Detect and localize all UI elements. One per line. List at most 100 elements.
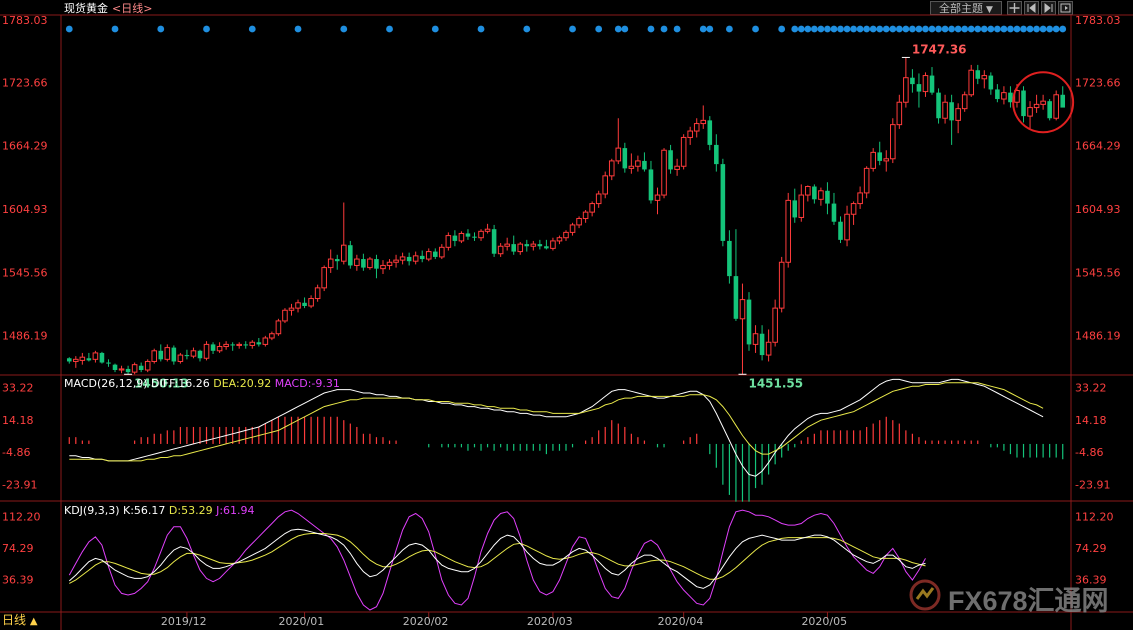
macd-ytick-left: -23.91 [2, 479, 37, 492]
macd-series [68, 378, 1064, 502]
candle-body-up [314, 287, 321, 300]
candle-body-up [883, 158, 890, 162]
candle-body-up [288, 307, 295, 311]
candle-body-up [269, 333, 275, 339]
candle-body-down [975, 70, 981, 79]
candle-body-down [361, 259, 366, 268]
event-dot [843, 25, 851, 33]
kdj-j-value: J:61.94 [216, 504, 255, 517]
event-dot [804, 25, 812, 33]
candle-body-up [1027, 107, 1033, 117]
main-ytick-right: 1783.03 [1075, 14, 1121, 27]
event-dot [869, 25, 877, 33]
candle-body-up [550, 240, 556, 249]
event-dot [863, 25, 871, 33]
candle-body-down [106, 362, 111, 364]
candle-body-up [628, 165, 635, 169]
candle-body-up [399, 256, 406, 261]
event-dot [725, 25, 733, 33]
candle-body-up [942, 101, 948, 119]
candle-body-down [138, 365, 144, 370]
event-dot [889, 25, 897, 33]
candle-body-down [406, 256, 412, 262]
kdj-k-line [68, 528, 926, 589]
macd-ytick-right: 14.18 [1075, 414, 1107, 427]
candle-body-down [472, 236, 477, 238]
candle-body-up [92, 352, 99, 360]
event-dot [948, 25, 956, 33]
macd-diff-value: DIFF:16.26 [151, 377, 210, 390]
event-dot [752, 25, 759, 33]
candle-body-down [99, 352, 105, 363]
candle-body-down [792, 200, 798, 218]
candle-body-down [171, 347, 177, 362]
chart-canvas[interactable]: 1747.361450.13 1451.55 1783.03 1783.031723… [0, 0, 1133, 630]
event-dot [647, 25, 655, 33]
event-dot [1000, 25, 1008, 33]
candle-body-up [850, 203, 857, 215]
candle-body-up [595, 193, 602, 205]
candle-body-down [622, 148, 628, 169]
candle-body-up [380, 264, 386, 270]
event-dot [980, 25, 988, 33]
candle-body-up [458, 232, 465, 242]
candle-body-up [687, 130, 693, 138]
candle-body-up [517, 243, 524, 253]
candle-body-down [210, 344, 216, 351]
main-ytick-right: 1723.66 [1075, 76, 1121, 89]
macd-diff-line [69, 378, 1044, 477]
candle-body-up [308, 298, 314, 307]
candle-body-up [190, 350, 197, 357]
event-dot [1052, 25, 1060, 33]
candle-body-up [798, 194, 805, 218]
candle-body-up [203, 343, 210, 359]
candle-body-up [1033, 103, 1040, 109]
candle-body-up [236, 343, 242, 346]
candle-body-down [243, 344, 249, 346]
macd-value: MACD:-9.31 [274, 377, 340, 390]
candle-body-up [354, 258, 360, 266]
candle-body-up [615, 147, 622, 162]
candle-body-up [844, 213, 850, 241]
candle-body-up [445, 235, 452, 248]
event-dot [1059, 25, 1067, 33]
candle-body-up [295, 302, 301, 309]
macd-ytick-right: -4.86 [1075, 446, 1103, 459]
kdj-title: KDJ(9,3,3) K:56.17 D:53.29 J:61.94 [64, 505, 255, 517]
event-dot [614, 25, 622, 33]
candle-body-up [922, 75, 929, 93]
event-dot [673, 25, 681, 33]
candle-body-up [223, 343, 229, 348]
candle-body-up [151, 350, 158, 362]
event-dots[interactable] [65, 25, 1067, 33]
event-dot [954, 25, 962, 33]
candle-body-up [412, 255, 419, 262]
main-ytick-left: 1486.19 [2, 330, 48, 343]
event-dot [817, 25, 825, 33]
candle-body-up [282, 309, 288, 322]
candle-body-down [949, 102, 954, 121]
event-dot [824, 25, 831, 33]
macd-title: MACD(26,12,9) DIFF:16.26 DEA:20.92 MACD:… [64, 378, 340, 390]
candle-body-up [177, 354, 184, 362]
event-dot [706, 25, 714, 33]
candle-body-down [465, 233, 471, 237]
main-ytick-right: 1545.56 [1075, 266, 1121, 279]
kdj-ytick-left: 36.39 [2, 574, 34, 587]
candle-body-up [340, 244, 347, 262]
candle-body-up [497, 245, 504, 255]
candle-body-down [419, 255, 425, 260]
event-dot [248, 25, 256, 33]
macd-ytick-right: 33.22 [1075, 382, 1107, 395]
event-dot [810, 25, 818, 33]
candle-body-up [569, 224, 576, 233]
event-dot [621, 25, 629, 33]
candle-body-up [144, 360, 151, 371]
candle-body-down [707, 120, 713, 145]
event-dot [595, 25, 603, 33]
candle-body-down [1008, 92, 1013, 103]
macd-dea-value: DEA:20.92 [213, 377, 272, 390]
candlestick-series [66, 57, 1066, 375]
period-tab[interactable]: 日线 ▲ [2, 614, 38, 628]
main-ytick-left: 1545.56 [2, 266, 48, 279]
